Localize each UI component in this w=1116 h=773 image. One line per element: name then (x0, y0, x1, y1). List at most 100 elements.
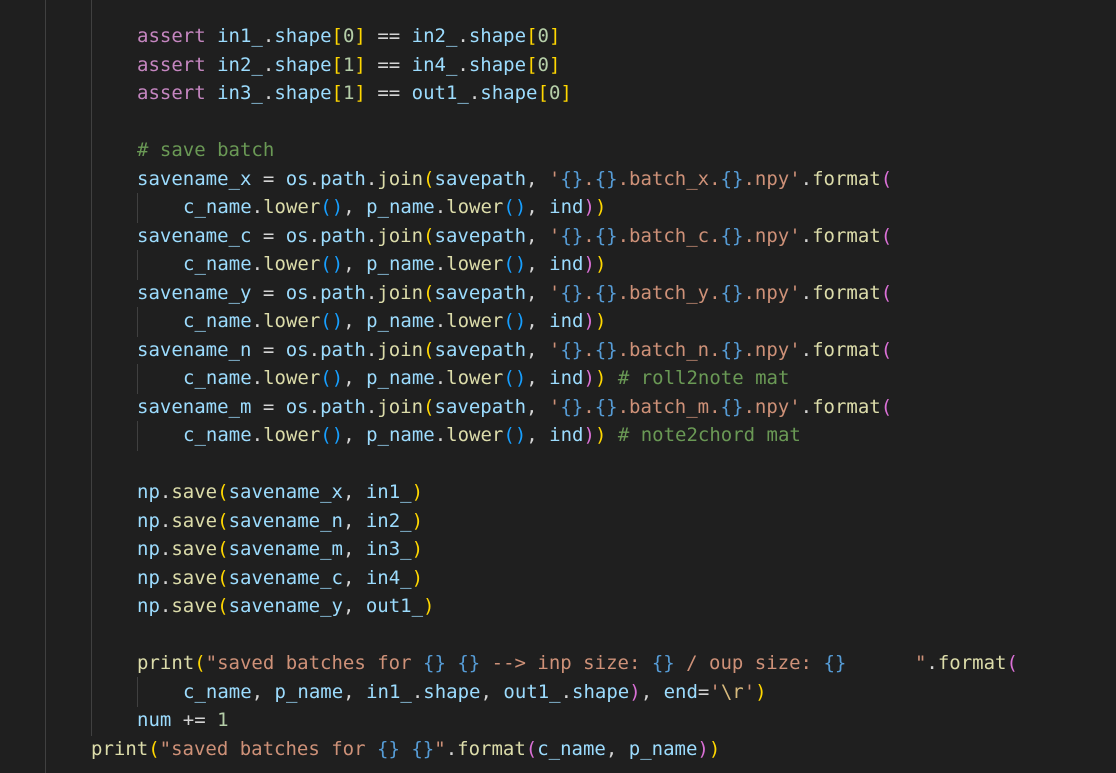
code-line[interactable]: c_name.lower(), p_name.lower(), ind)) (183, 307, 606, 335)
code-line[interactable]: np.save(savename_n, in2_) (137, 507, 423, 535)
code-token: . (800, 338, 813, 361)
code-token: ) (411, 509, 424, 532)
code-token: p_name (366, 367, 435, 389)
code-token: format (457, 737, 526, 760)
code-token: shape (274, 25, 332, 47)
code-token: savename_y (228, 595, 343, 617)
code-token: savename_x (228, 481, 343, 503)
code-token: assert (137, 25, 206, 47)
code-token: . (262, 53, 275, 76)
code-token: ( (148, 737, 160, 760)
code-token: end (663, 680, 698, 703)
code-token: print (137, 652, 195, 674)
code-token: ' (548, 281, 561, 304)
code-line[interactable]: savename_n = os.path.join(savepath, '{}.… (137, 336, 892, 364)
code-token: {} (594, 395, 618, 418)
code-token: c_name (537, 737, 606, 760)
code-token: 1 (342, 82, 355, 104)
code-line[interactable]: np.save(savename_c, in4_) (137, 564, 423, 592)
code-token: savename_n (228, 509, 343, 532)
code-token: . (434, 367, 447, 389)
indent-guide-block (137, 677, 138, 707)
code-line[interactable]: np.save(savename_m, in3_) (137, 535, 423, 563)
code-token: ) (423, 595, 435, 617)
code-token: . (262, 82, 275, 104)
code-line[interactable]: savename_c = os.path.join(savepath, '{}.… (137, 222, 892, 250)
code-token: savename_c (137, 224, 252, 247)
code-line[interactable]: c_name, p_name, in1_.shape, out1_.shape)… (183, 678, 767, 706)
code-token: , (343, 680, 367, 703)
code-line[interactable]: # save batch (137, 136, 274, 164)
indent-guide-block (137, 193, 138, 223)
code-token: ) (583, 367, 595, 389)
code-token: join (377, 395, 424, 418)
code-line[interactable]: c_name.lower(), p_name.lower(), ind)) (183, 250, 606, 278)
code-line[interactable]: c_name.lower(), p_name.lower(), ind)) # … (183, 364, 789, 392)
code-token: c_name (183, 196, 252, 218)
code-token: = (251, 395, 286, 418)
code-token: . (308, 338, 321, 361)
code-token: {} (720, 167, 744, 190)
code-token: in1_ (366, 680, 412, 703)
code-line[interactable]: assert in3_.shape[1] == out1_.shape[0] (137, 79, 572, 107)
code-token: [ (331, 53, 343, 76)
code-token: . (445, 737, 458, 760)
code-editor[interactable]: assert in1_.shape[0] == in2_.shape[0] ass… (0, 0, 1116, 773)
code-token: {} (594, 167, 618, 190)
code-token: ( (217, 509, 229, 532)
code-line[interactable]: np.save(savename_y, out1_) (137, 592, 435, 620)
code-line[interactable]: print("saved batches for {} {}".format(c… (91, 735, 720, 763)
code-token: ) (755, 680, 767, 703)
code-token: ( (423, 338, 435, 361)
code-token: .npy' (743, 338, 801, 361)
code-token: savepath (434, 395, 527, 418)
code-token: ind (549, 367, 584, 389)
code-token: assert (137, 82, 206, 104)
code-line[interactable]: assert in1_.shape[0] == in2_.shape[0] (137, 22, 560, 50)
code-token: {} (720, 395, 744, 418)
code-line[interactable]: savename_x = os.path.join(savepath, '{}.… (137, 165, 892, 193)
code-token: in2_ (365, 509, 412, 532)
code-token: . (251, 424, 264, 446)
code-token: {} (720, 338, 744, 361)
code-token: . (365, 224, 378, 247)
code-line[interactable]: savename_y = os.path.join(savepath, '{}.… (137, 279, 892, 307)
code-token: ] (548, 53, 561, 76)
code-token: lower (263, 196, 321, 218)
code-line[interactable]: num += 1 (137, 706, 229, 734)
code-line[interactable]: assert in2_.shape[1] == in4_.shape[0] (137, 51, 560, 79)
code-token: == (365, 25, 412, 47)
code-token: {} (560, 167, 584, 190)
code-token: join (377, 224, 424, 247)
code-token: . (251, 196, 264, 218)
code-token: ( (880, 281, 893, 304)
code-token: lower (446, 196, 504, 218)
code-token: . (308, 224, 321, 247)
code-line[interactable]: c_name.lower(), p_name.lower(), ind)) (183, 193, 606, 221)
code-token: ) (697, 737, 709, 760)
code-token: os (285, 281, 309, 304)
code-token: {} (560, 338, 584, 361)
code-token: savename_c (228, 566, 343, 589)
code-line[interactable]: print("saved batches for {} {} --> inp s… (137, 649, 1018, 677)
code-token: savename_m (228, 538, 343, 560)
code-token: , (526, 281, 549, 304)
code-line[interactable]: np.save(savename_x, in1_) (137, 478, 423, 506)
code-token: . (411, 680, 424, 703)
indent-guide-block (137, 364, 138, 394)
code-token: ) (583, 253, 595, 275)
code-token: p_name (366, 424, 435, 446)
code-token: os (285, 224, 309, 247)
code-token: ( (423, 224, 435, 247)
code-token: ' (548, 167, 561, 190)
code-token: , (526, 224, 549, 247)
code-token: ind (549, 424, 584, 446)
code-line[interactable]: c_name.lower(), p_name.lower(), ind)) # … (183, 421, 801, 449)
code-token: , (526, 253, 550, 275)
code-token: path (320, 338, 366, 361)
code-line[interactable]: savename_m = os.path.join(savepath, '{}.… (137, 393, 892, 421)
code-token: shape (423, 680, 481, 703)
code-token: p_name (366, 253, 435, 275)
code-token: {} (594, 338, 618, 361)
